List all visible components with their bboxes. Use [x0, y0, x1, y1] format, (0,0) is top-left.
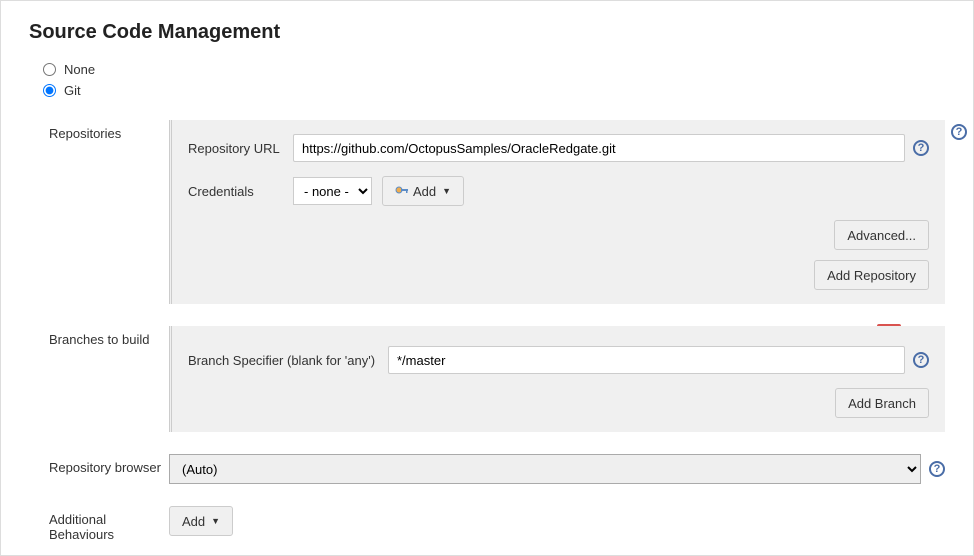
advanced-button[interactable]: Advanced...: [834, 220, 929, 250]
branches-label: Branches to build: [29, 326, 169, 432]
scm-none-label[interactable]: None: [64, 62, 95, 77]
scm-git-radio[interactable]: [43, 84, 56, 97]
repositories-panel: Repository URL ? Credentials - none -: [169, 120, 945, 304]
branch-specifier-input[interactable]: [388, 346, 905, 374]
help-icon[interactable]: ?: [913, 352, 929, 368]
key-icon: [395, 184, 409, 199]
section-title: Source Code Management: [29, 21, 945, 44]
chevron-down-icon: ▼: [211, 516, 220, 526]
help-icon[interactable]: ?: [929, 461, 945, 477]
branch-specifier-label: Branch Specifier (blank for 'any'): [188, 353, 388, 368]
add-behaviour-label: Add: [182, 514, 205, 529]
add-branch-button[interactable]: Add Branch: [835, 388, 929, 418]
scm-none-radio[interactable]: [43, 63, 56, 76]
add-repository-button[interactable]: Add Repository: [814, 260, 929, 290]
additional-behaviours-label: Additional Behaviours: [29, 506, 169, 542]
repositories-label: Repositories: [29, 120, 169, 304]
branches-panel: Branch Specifier (blank for 'any') ? Add…: [169, 326, 945, 432]
repository-browser-label: Repository browser: [29, 454, 169, 484]
add-credentials-label: Add: [413, 184, 436, 199]
scm-git-label[interactable]: Git: [64, 83, 81, 98]
credentials-select[interactable]: - none -: [293, 177, 372, 205]
credentials-label: Credentials: [188, 184, 293, 199]
repository-url-input[interactable]: [293, 134, 905, 162]
help-icon[interactable]: ?: [913, 140, 929, 156]
help-icon[interactable]: ?: [951, 124, 967, 140]
repository-url-label: Repository URL: [188, 141, 293, 156]
repository-browser-select[interactable]: (Auto): [169, 454, 921, 484]
add-credentials-button[interactable]: Add ▼: [382, 176, 464, 206]
add-behaviour-button[interactable]: Add ▼: [169, 506, 233, 536]
chevron-down-icon: ▼: [442, 186, 451, 196]
